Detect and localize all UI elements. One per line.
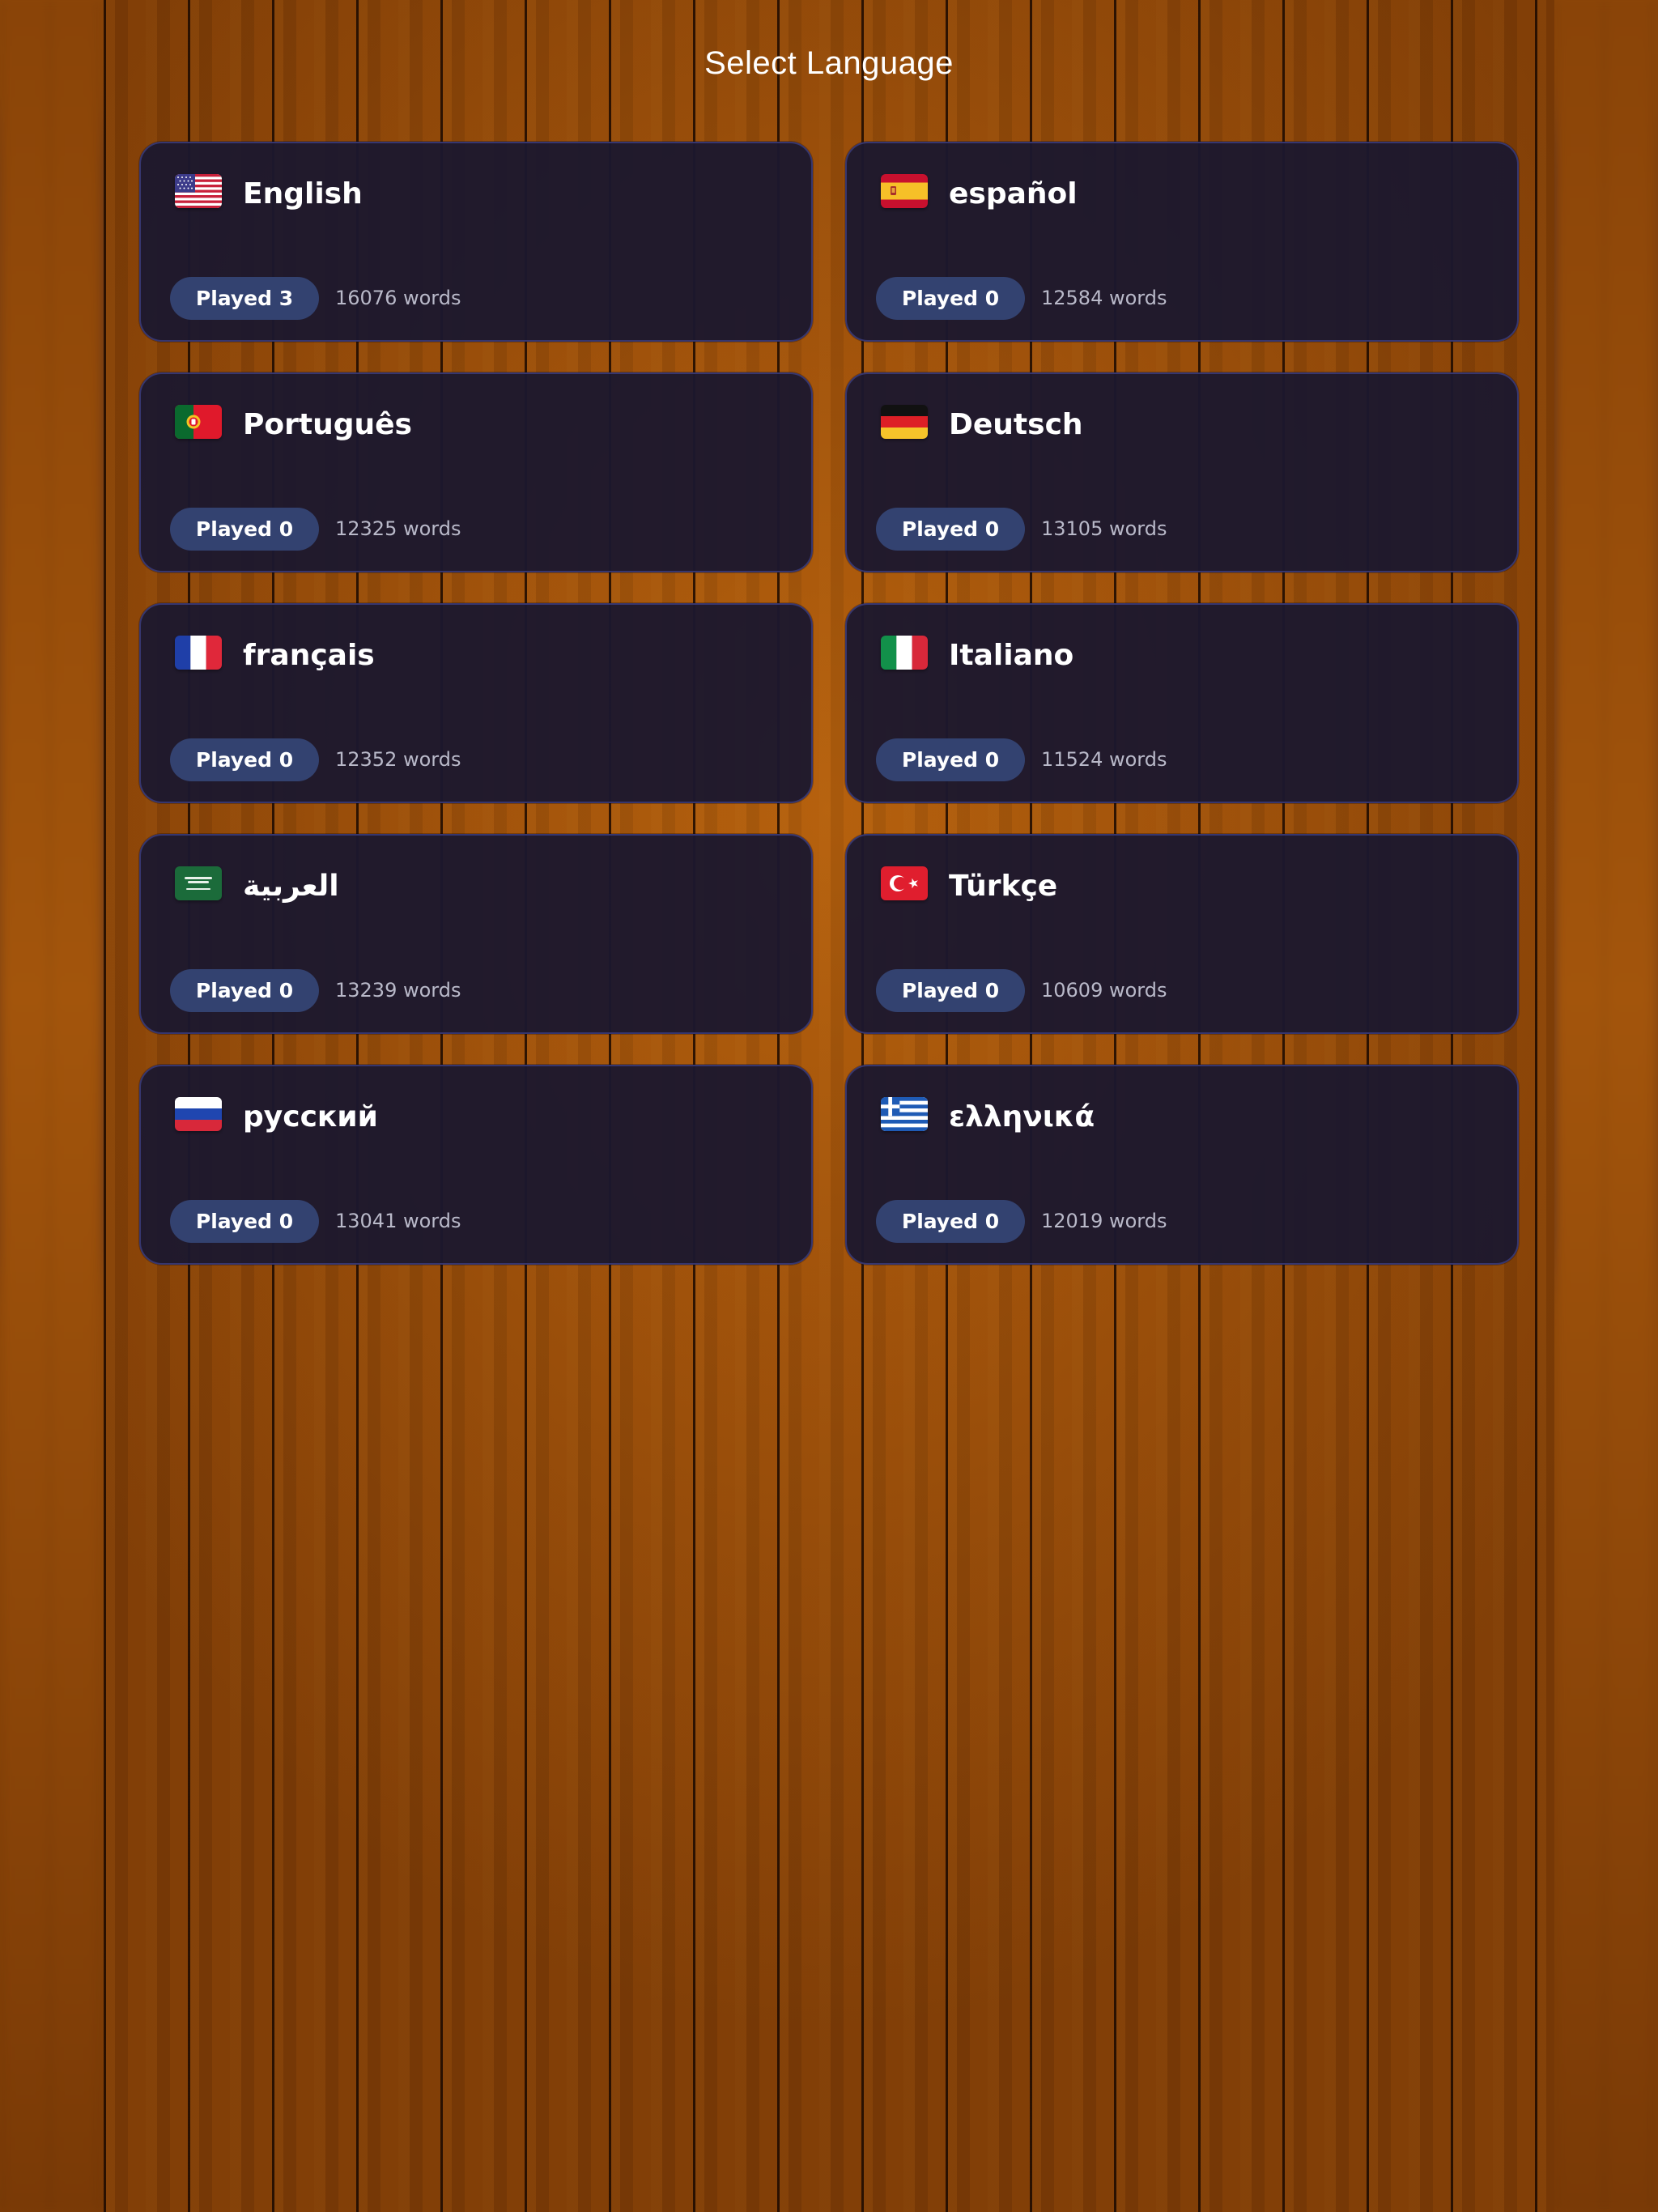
word-count: 13105 words xyxy=(1041,517,1167,540)
language-name: Türkçe xyxy=(949,870,1058,903)
played-badge: Played 0 xyxy=(170,508,319,551)
language-card-french[interactable]: français Played 0 12352 words xyxy=(139,603,813,803)
sa-flag-icon xyxy=(175,866,222,900)
language-name: Deutsch xyxy=(949,408,1083,441)
language-name: English xyxy=(243,177,363,211)
page-title: Select Language xyxy=(704,45,954,81)
language-name: français xyxy=(243,639,375,672)
es-flag-icon xyxy=(881,174,928,208)
fr-flag-icon xyxy=(175,636,222,670)
language-name: Português xyxy=(243,408,412,441)
language-card-arabic[interactable]: العربية Played 0 13239 words xyxy=(139,834,813,1034)
word-count: 11524 words xyxy=(1041,748,1167,771)
it-flag-icon xyxy=(881,636,928,670)
language-card-italian[interactable]: Italiano Played 0 11524 words xyxy=(845,603,1519,803)
language-name: русский xyxy=(243,1100,378,1134)
language-grid: English Played 3 16076 words español Pla… xyxy=(139,142,1519,1265)
word-count: 10609 words xyxy=(1041,979,1167,1002)
ru-flag-icon xyxy=(175,1097,222,1131)
played-badge: Played 3 xyxy=(170,277,319,320)
language-card-german[interactable]: Deutsch Played 0 13105 words xyxy=(845,372,1519,572)
language-card-english[interactable]: English Played 3 16076 words xyxy=(139,142,813,342)
pt-flag-icon xyxy=(175,405,222,439)
language-name: العربية xyxy=(243,870,339,903)
language-card-russian[interactable]: русский Played 0 13041 words xyxy=(139,1065,813,1265)
played-badge: Played 0 xyxy=(876,508,1025,551)
language-name: ελληνικά xyxy=(949,1100,1095,1134)
wood-side-left xyxy=(0,0,104,2212)
word-count: 12352 words xyxy=(335,748,461,771)
language-card-greek[interactable]: ελληνικά Played 0 12019 words xyxy=(845,1065,1519,1265)
word-count: 12019 words xyxy=(1041,1210,1167,1232)
played-badge: Played 0 xyxy=(170,738,319,781)
played-badge: Played 0 xyxy=(876,738,1025,781)
language-name: español xyxy=(949,177,1078,211)
language-card-portuguese[interactable]: Português Played 0 12325 words xyxy=(139,372,813,572)
played-badge: Played 0 xyxy=(876,277,1025,320)
language-card-spanish[interactable]: español Played 0 12584 words xyxy=(845,142,1519,342)
played-badge: Played 0 xyxy=(876,1200,1025,1243)
word-count: 16076 words xyxy=(335,287,461,309)
word-count: 13239 words xyxy=(335,979,461,1002)
word-count: 12325 words xyxy=(335,517,461,540)
language-name: Italiano xyxy=(949,639,1074,672)
us-flag-icon xyxy=(175,174,222,208)
tr-flag-icon xyxy=(881,866,928,900)
wood-side-right xyxy=(1554,0,1658,2212)
gr-flag-icon xyxy=(881,1097,928,1131)
word-count: 12584 words xyxy=(1041,287,1167,309)
played-badge: Played 0 xyxy=(170,969,319,1012)
word-count: 13041 words xyxy=(335,1210,461,1232)
played-badge: Played 0 xyxy=(876,969,1025,1012)
language-card-turkish[interactable]: Türkçe Played 0 10609 words xyxy=(845,834,1519,1034)
de-flag-icon xyxy=(881,405,928,439)
played-badge: Played 0 xyxy=(170,1200,319,1243)
